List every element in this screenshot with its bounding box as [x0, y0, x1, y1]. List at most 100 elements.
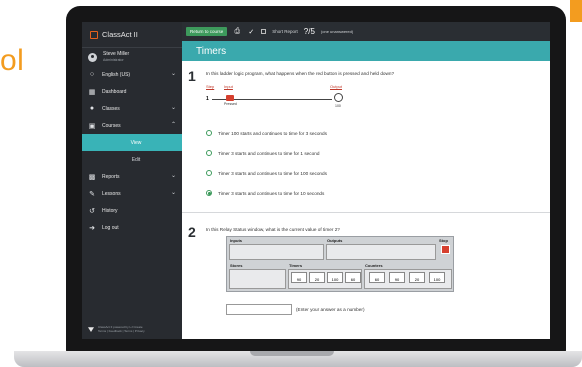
timers-label: Timers	[289, 263, 303, 268]
lj-create-logo-icon	[88, 327, 94, 332]
counter-cell: 20	[409, 272, 425, 283]
sidebar-item-label: Log out	[102, 224, 119, 231]
timer-value: 100	[335, 104, 341, 108]
users-icon: ●	[89, 105, 95, 112]
answer-input[interactable]	[226, 304, 292, 315]
logout-icon: ➜	[89, 224, 95, 232]
red-button-icon	[226, 95, 234, 101]
short-report-label: Short Report	[272, 29, 298, 34]
output-label: Output	[330, 84, 343, 89]
brand[interactable]: ClassAct II	[82, 22, 182, 48]
classact-logo-icon	[90, 30, 98, 39]
sidebar-item-label: English (US)	[102, 71, 131, 78]
relay-status-window: Inputs Outputs Stop Stores Timers Counte…	[226, 236, 454, 292]
pressed-label: Pressed	[224, 102, 237, 106]
question-1: 1 In this ladder logic program, what hap…	[188, 68, 544, 218]
user-profile[interactable]: Steve Miller Administrator	[82, 48, 182, 66]
sidebar-item-label: Courses	[102, 122, 121, 129]
stores-label: Stores	[230, 263, 243, 268]
chevron-down-icon: ⌄	[170, 190, 176, 196]
timer-cell: 90	[291, 272, 307, 283]
sidebar-item-logout[interactable]: ➜ Log out	[82, 219, 182, 236]
inputs-panel	[229, 244, 324, 260]
sidebar-item-label: Reports	[102, 173, 120, 180]
question-text: In this ladder logic program, what happe…	[206, 71, 395, 76]
counter-cell: 90	[389, 272, 405, 283]
sidebar-item-language[interactable]: ○ English (US) ⌄	[82, 66, 182, 83]
sidebar-item-lessons[interactable]: ✎ Lessons ⌄	[82, 185, 182, 202]
radio-button-selected[interactable]	[206, 190, 212, 196]
toolbar: Return to course ⎙ ✓ Short Report ?/5 (o…	[182, 22, 550, 41]
radio-button[interactable]	[206, 130, 212, 136]
sidebar-item-label: History	[102, 207, 118, 214]
sidebar: ClassAct II Steve Miller Administrator ○…	[82, 22, 182, 339]
timer-cell: 60	[345, 272, 361, 283]
chevron-down-icon: ⌄	[170, 105, 176, 111]
user-name: Steve Miller	[103, 51, 130, 58]
avatar-icon	[88, 52, 97, 62]
question-2: 2 In this Relay Status window, what is t…	[188, 224, 544, 334]
app-name: ClassAct II	[102, 30, 138, 39]
option-label: Timer 3 starts and continues to time for…	[218, 170, 327, 176]
sidebar-subitem-edit[interactable]: Edit	[82, 151, 182, 168]
grid-icon: ▩	[88, 173, 96, 181]
answer-option[interactable]: Timer 100 starts and continues to time f…	[206, 130, 327, 136]
pencil-icon: ✎	[89, 190, 95, 198]
timer-icon	[334, 93, 343, 102]
stores-panel	[229, 269, 286, 289]
laptop-notch	[250, 351, 334, 356]
corner-accent	[570, 0, 582, 22]
answer-option[interactable]: Timer 3 starts and continues to time for…	[206, 170, 327, 176]
sidebar-subitem-view[interactable]: View	[82, 134, 182, 151]
page-title: Timers	[182, 41, 550, 61]
score: ?/5	[303, 27, 315, 36]
sidebar-item-label: Classes	[102, 105, 120, 112]
option-label: Timer 100 starts and continues to time f…	[218, 130, 327, 136]
footer-links[interactable]: Terms | Feedback | Terms | Privacy	[98, 329, 145, 333]
radio-button[interactable]	[206, 170, 212, 176]
chevron-up-icon: ⌃	[170, 122, 176, 128]
return-to-course-button[interactable]: Return to course	[186, 27, 228, 36]
question-number: 2	[188, 224, 196, 240]
timer-cell: 20	[309, 272, 325, 283]
ladder-diagram: Step Input Output 1 Pressed 100	[206, 84, 346, 112]
outputs-panel	[326, 244, 436, 260]
globe-icon: ○	[89, 71, 95, 78]
dashboard-icon: ▦	[88, 88, 96, 96]
stop-button[interactable]	[441, 245, 450, 254]
history-icon: ↺	[89, 207, 95, 215]
check-icon[interactable]: ✓	[247, 28, 255, 36]
answer-option-selected[interactable]: Timer 3 starts and continues to time for…	[206, 190, 324, 196]
option-label: Timer 3 starts and continues to time for…	[218, 150, 320, 156]
chevron-down-icon: ⌄	[170, 173, 176, 179]
sidebar-footer: ClassAct II powered by LJ Create Terms |…	[88, 325, 145, 333]
print-icon[interactable]: ⎙	[233, 28, 241, 36]
sidebar-item-label: Lessons	[102, 190, 121, 197]
inputs-label: Inputs	[230, 238, 242, 243]
question-divider	[182, 212, 550, 213]
chevron-down-icon: ⌄	[170, 71, 176, 77]
short-report-checkbox[interactable]	[261, 29, 267, 34]
book-icon: ▣	[88, 122, 96, 130]
counter-cell: 60	[369, 272, 385, 283]
counter-cell: 100	[429, 272, 445, 283]
radio-button[interactable]	[206, 150, 212, 156]
ladder-step-number: 1	[206, 96, 209, 102]
counters-label: Counters	[365, 263, 383, 268]
answer-hint: (Enter your answer as a number)	[296, 307, 365, 312]
sidebar-item-dashboard[interactable]: ▦ Dashboard	[82, 83, 182, 100]
input-label: Input	[224, 84, 233, 89]
sidebar-item-history[interactable]: ↺ History	[82, 202, 182, 219]
unanswered-count: (one unanswered)	[320, 29, 354, 34]
stop-label: Stop	[439, 238, 448, 243]
answer-option[interactable]: Timer 3 starts and continues to time for…	[206, 150, 319, 156]
sidebar-item-classes[interactable]: ● Classes ⌄	[82, 100, 182, 117]
step-label: Step	[206, 84, 215, 89]
sidebar-item-courses[interactable]: ▣ Courses ⌃	[82, 117, 182, 134]
question-number: 1	[188, 68, 196, 84]
timer-cell: 100	[327, 272, 343, 283]
app-screen: ClassAct II Steve Miller Administrator ○…	[82, 22, 550, 339]
sidebar-item-reports[interactable]: ▩ Reports ⌄	[82, 168, 182, 185]
option-label: Timer 3 starts and continues to time for…	[218, 190, 325, 196]
sidebar-item-label: Dashboard	[102, 88, 127, 95]
